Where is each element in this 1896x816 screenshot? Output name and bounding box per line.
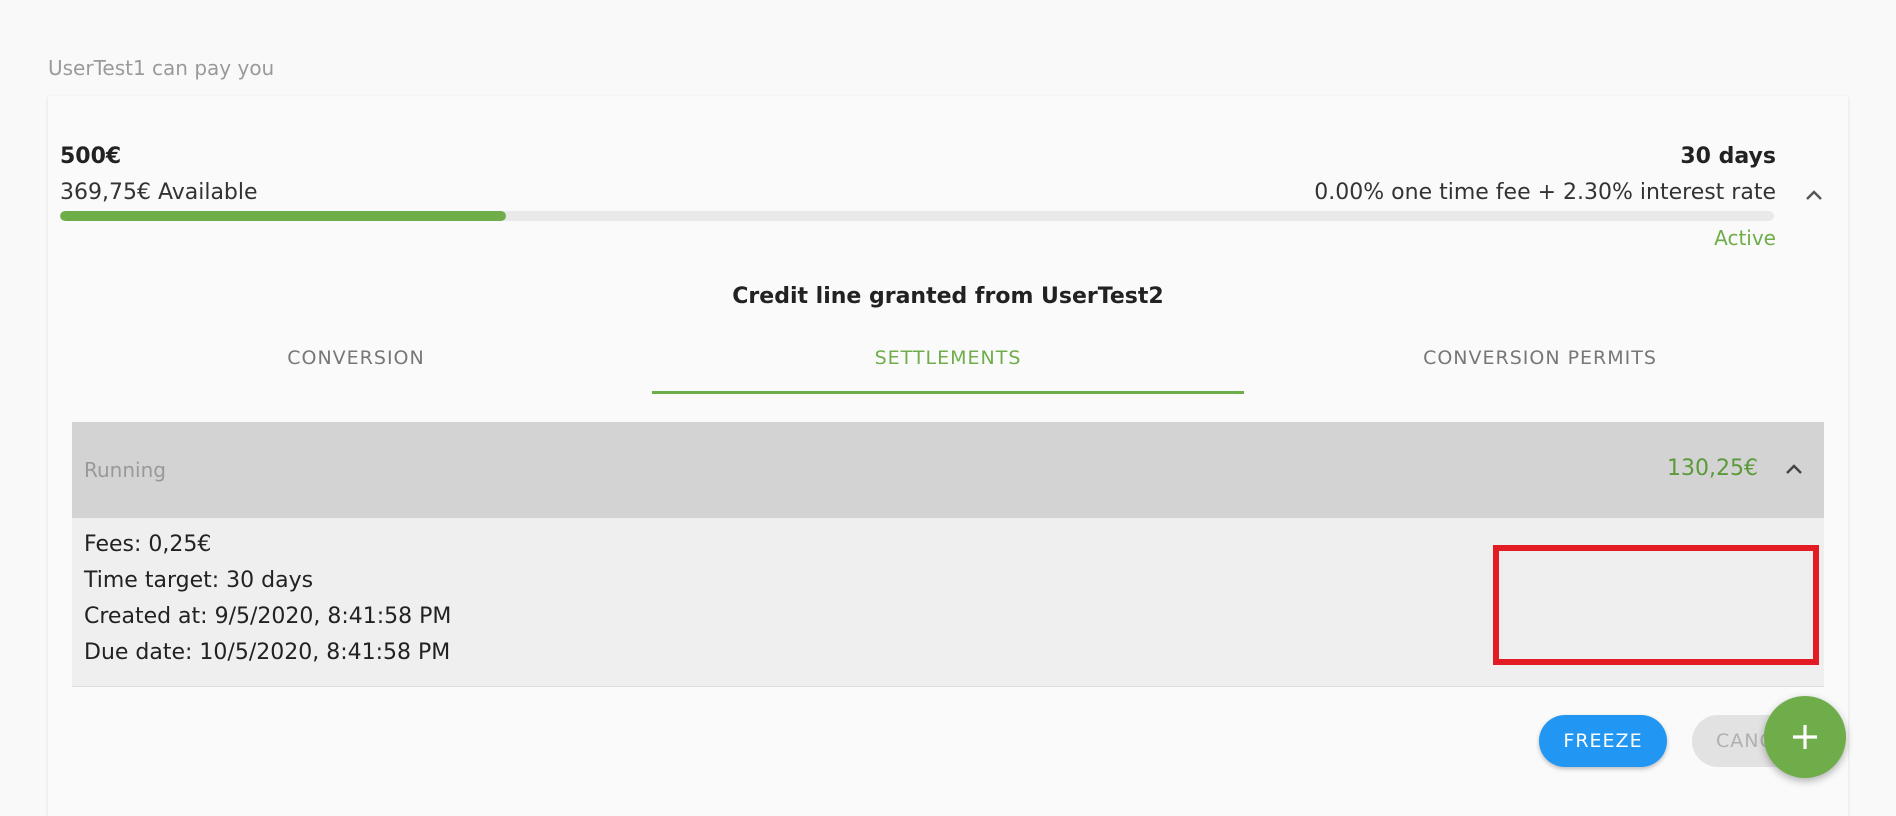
settlement-status: Running	[84, 458, 166, 482]
settlement-fees: Fees: 0,25€	[84, 532, 212, 557]
settlement-due-date: Due date: 10/5/2020, 8:41:58 PM	[84, 640, 451, 665]
collapse-settlement-button[interactable]	[1782, 458, 1806, 482]
section-title: UserTest1 can pay you	[48, 56, 275, 80]
chevron-up-icon	[1806, 190, 1822, 200]
settlement-created-at: Created at: 9/5/2020, 8:41:58 PM	[84, 604, 452, 629]
available-amount: 369,75€ Available	[60, 180, 258, 205]
tab-bar: CONVERSION SETTLEMENTS CONVERSION PERMIT…	[60, 330, 1836, 396]
credit-line-card: 500€ 30 days 369,75€ Available 0.00% one…	[48, 96, 1848, 816]
fee-rate-text: 0.00% one time fee + 2.30% interest rate	[1314, 180, 1776, 205]
settlement-amount: 130,25€	[1667, 456, 1758, 481]
collapse-card-button[interactable]	[1802, 184, 1826, 208]
credit-usage-fill	[60, 211, 506, 221]
card-heading: Credit line granted from UserTest2	[732, 284, 1164, 309]
highlight-annotation-box	[1493, 545, 1819, 665]
add-fab-button[interactable]	[1764, 696, 1846, 778]
settlement-panel-header[interactable]: Running 130,25€	[72, 422, 1824, 518]
tab-settlements[interactable]: SETTLEMENTS	[652, 330, 1244, 396]
settlement-time-target: Time target: 30 days	[84, 568, 314, 593]
tab-conversion-permits[interactable]: CONVERSION PERMITS	[1244, 330, 1836, 396]
credit-term: 30 days	[1680, 144, 1776, 169]
chevron-up-icon	[1786, 464, 1802, 474]
credit-usage-bar	[60, 211, 1774, 221]
plus-icon	[1793, 725, 1817, 749]
tab-conversion[interactable]: CONVERSION	[60, 330, 652, 396]
credit-amount: 500€	[60, 144, 122, 169]
status-badge: Active	[1714, 226, 1776, 250]
freeze-button[interactable]: FREEZE	[1539, 715, 1667, 767]
